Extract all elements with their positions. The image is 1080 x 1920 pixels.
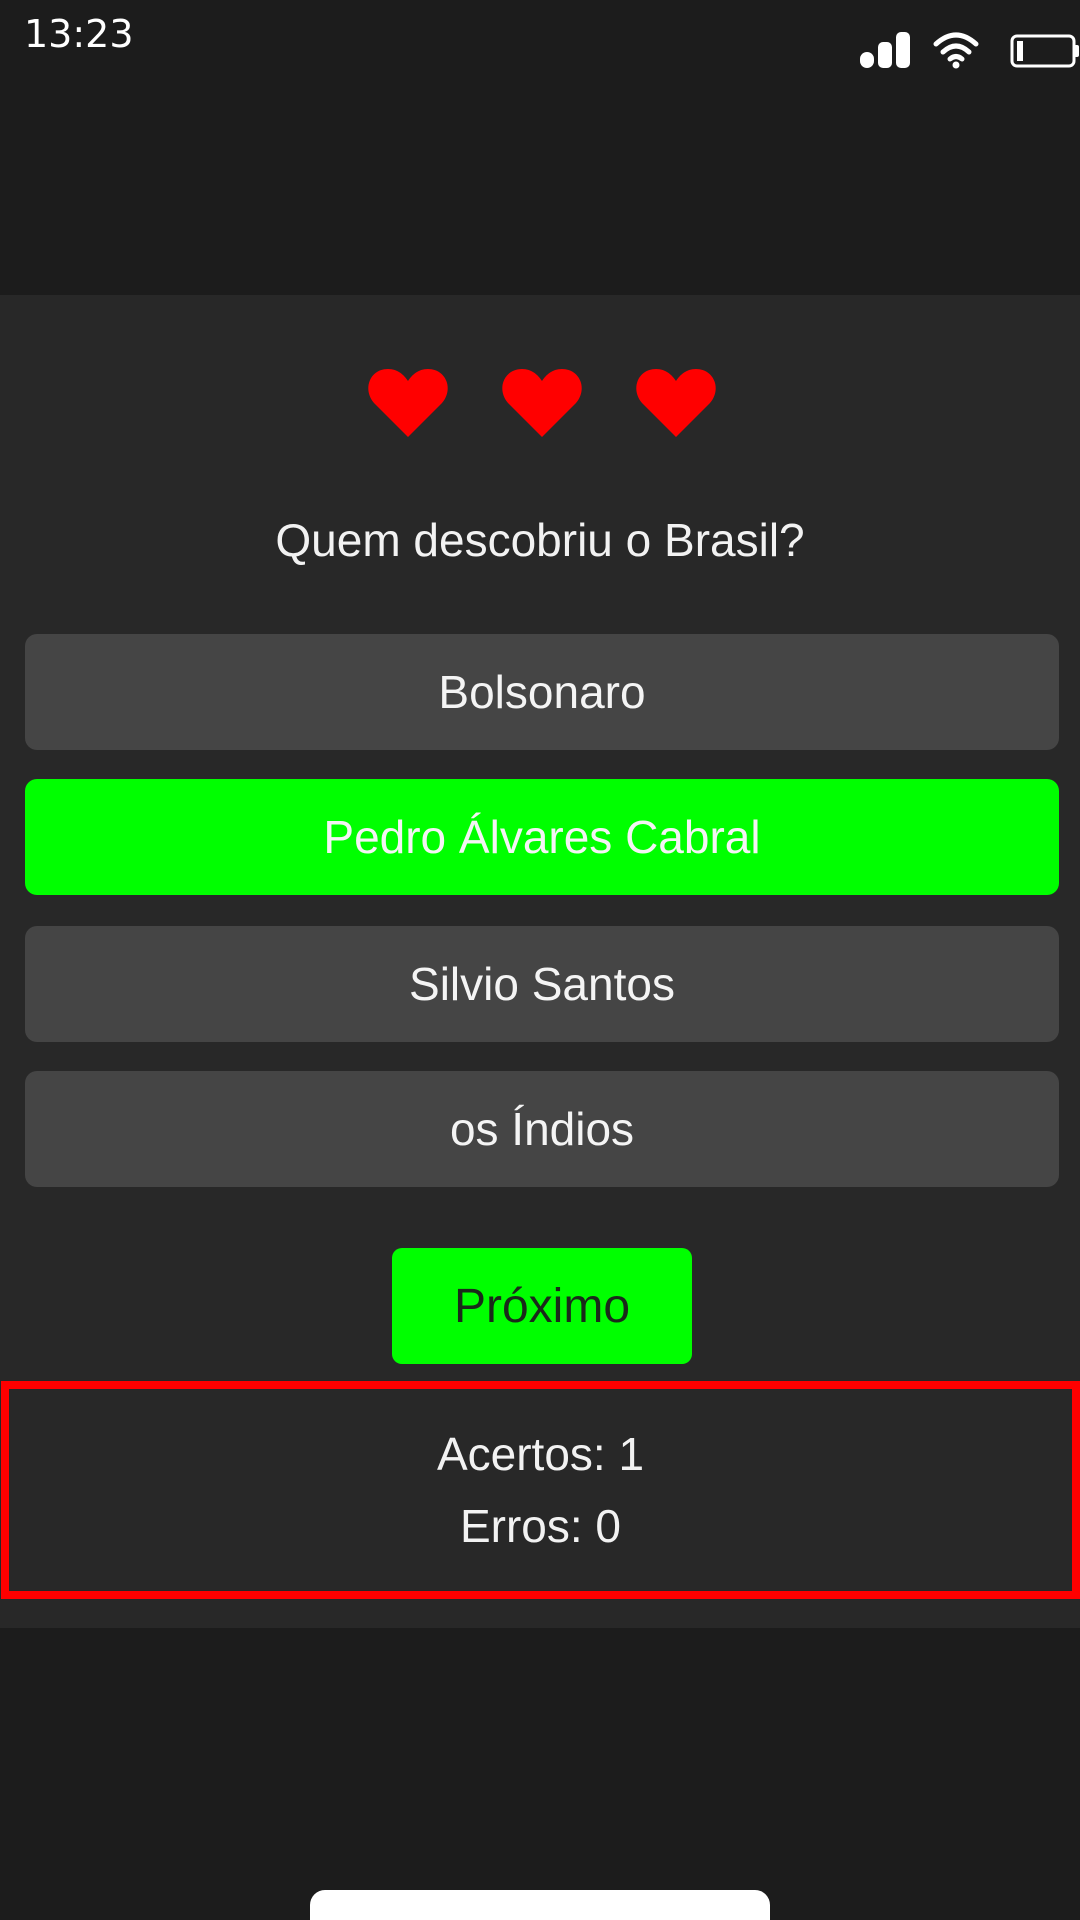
question-text: Quem descobriu o Brasil? — [275, 514, 805, 566]
quiz-card: Quem descobriu o Brasil? Bolsonaro Pedro… — [0, 295, 1080, 1628]
status-bar: 13:23 — [0, 0, 1080, 90]
answer-option-bolsonaro[interactable]: Bolsonaro — [25, 634, 1059, 750]
answer-option-indios[interactable]: os Índios — [25, 1071, 1059, 1187]
errors-count: Erros: 0 — [459, 1500, 622, 1552]
heart-icon — [502, 369, 582, 437]
signal-icon — [860, 32, 910, 68]
lives-indicator — [0, 367, 1080, 447]
score-box: Acertos: 1 Erros: 0 — [1, 1381, 1080, 1599]
next-button[interactable]: Próximo — [392, 1248, 692, 1364]
status-time: 13:23 — [24, 12, 134, 56]
battery-icon — [1010, 34, 1079, 68]
hits-count: Acertos: 1 — [436, 1428, 645, 1480]
heart-icon — [368, 369, 448, 437]
quiz-screen: 13:23 Quem descobriu o Brasil? Bolsonaro… — [0, 0, 1080, 1920]
answer-option-cabral[interactable]: Pedro Álvares Cabral — [25, 779, 1059, 895]
home-indicator[interactable] — [310, 1890, 770, 1920]
heart-icon — [636, 369, 716, 437]
wifi-icon — [933, 32, 979, 69]
answer-option-silvio-santos[interactable]: Silvio Santos — [25, 926, 1059, 1042]
